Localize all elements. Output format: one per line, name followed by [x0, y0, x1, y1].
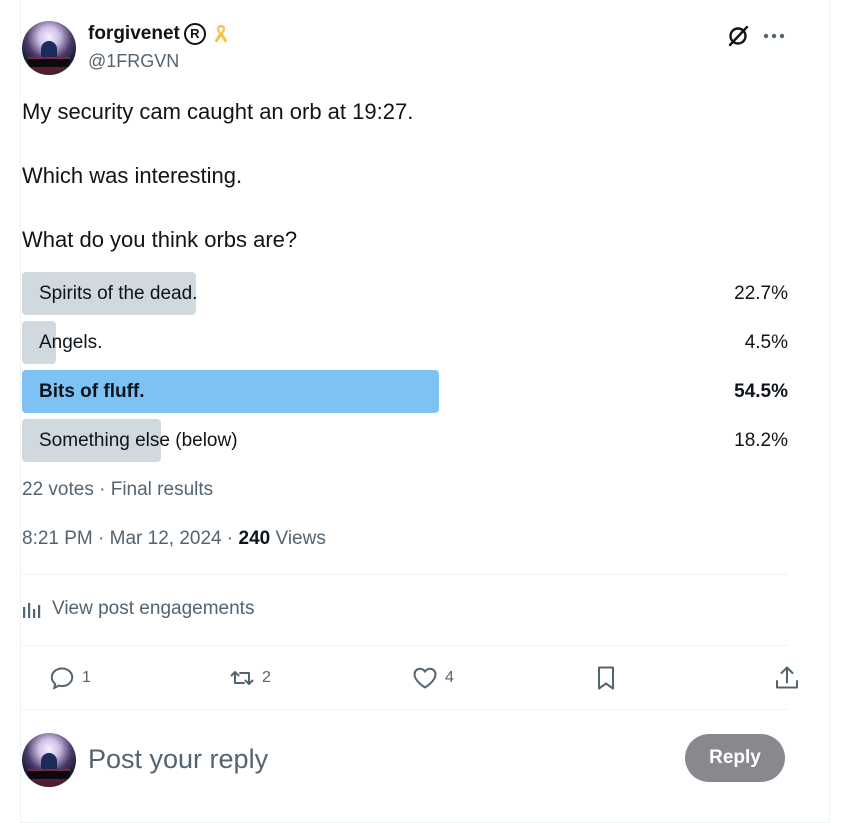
post-date[interactable]: Mar 12, 2024: [110, 528, 222, 549]
poll: Spirits of the dead. 22.7% Angels. 4.5% Bits…: [22, 272, 788, 468]
analytics-icon: [23, 603, 41, 618]
poll-option-label: Something else (below): [39, 430, 238, 451]
post-timestamp: 8:21 PM · Mar 12, 2024 · 240 Views: [22, 527, 326, 551]
grok-icon: [728, 25, 749, 47]
registered-badge-icon: R: [183, 23, 206, 45]
grok-button[interactable]: [725, 23, 751, 49]
post-text-line: My security cam caught an orb at 19:27.: [22, 99, 414, 124]
author-handle[interactable]: @1FRGVN: [88, 50, 179, 72]
poll-option-percent: 4.5%: [744, 332, 788, 353]
reply-bubble-icon: [50, 667, 74, 690]
separator-dot: ·: [98, 528, 105, 549]
heart-icon: [413, 667, 437, 689]
post-text-line: What do you think orbs are?: [22, 227, 298, 252]
poll-option-label: Angels.: [39, 332, 103, 353]
reply-input[interactable]: [88, 738, 648, 780]
post-text-line: Which was interesting.: [22, 163, 243, 188]
poll-option-percent: 22.7%: [734, 283, 788, 304]
poll-option: Angels. 4.5%: [22, 321, 788, 364]
repost-count: 2: [262, 669, 271, 686]
action-bar: 1 2 4: [22, 660, 798, 696]
more-options-button[interactable]: [760, 23, 788, 49]
reply-button[interactable]: Reply: [685, 734, 785, 782]
poll-option-percent: 18.2%: [734, 430, 788, 451]
more-dots-icon: [763, 33, 785, 39]
bookmark-icon: [598, 666, 614, 690]
bookmark-action[interactable]: [592, 660, 620, 696]
awareness-ribbon-icon: [214, 24, 228, 43]
post-time[interactable]: 8:21 PM: [22, 528, 93, 549]
repost-icon: [230, 671, 254, 685]
share-upload-icon: [776, 666, 798, 689]
views-label: Views: [275, 528, 326, 549]
reply-count: 1: [82, 669, 91, 686]
divider: [22, 574, 788, 575]
author-name-row[interactable]: forgivenet R: [88, 22, 232, 46]
reply-action[interactable]: 1: [48, 660, 91, 696]
poll-option: Something else (below) 18.2%: [22, 419, 788, 462]
divider: [22, 645, 788, 646]
user-avatar[interactable]: [22, 733, 76, 787]
view-engagements-label[interactable]: View post engagements: [52, 597, 254, 621]
share-action[interactable]: [773, 660, 801, 696]
author-name[interactable]: forgivenet: [88, 22, 180, 46]
view-engagements-link[interactable]: View post engagements: [22, 597, 254, 621]
views-count: 240: [238, 528, 271, 549]
poll-option: Spirits of the dead. 22.7%: [22, 272, 788, 315]
like-count: 4: [445, 669, 454, 686]
poll-summary: 22 votes · Final results: [22, 478, 213, 502]
author-avatar[interactable]: [22, 21, 76, 75]
repost-action[interactable]: 2: [228, 660, 271, 696]
poll-votes: 22 votes: [22, 479, 94, 500]
poll-status: Final results: [110, 479, 214, 500]
poll-option-label: Bits of fluff.: [39, 381, 145, 402]
like-action[interactable]: 4: [411, 660, 454, 696]
separator-dot: ·: [99, 479, 106, 500]
poll-option-label: Spirits of the dead.: [39, 283, 198, 304]
post-text: My security cam caught an orb at 19:27. …: [22, 96, 782, 256]
poll-option: Bits of fluff. 54.5%: [22, 370, 788, 413]
poll-option-percent: 54.5%: [734, 381, 788, 402]
separator-dot: ·: [226, 528, 234, 549]
divider: [22, 709, 788, 710]
